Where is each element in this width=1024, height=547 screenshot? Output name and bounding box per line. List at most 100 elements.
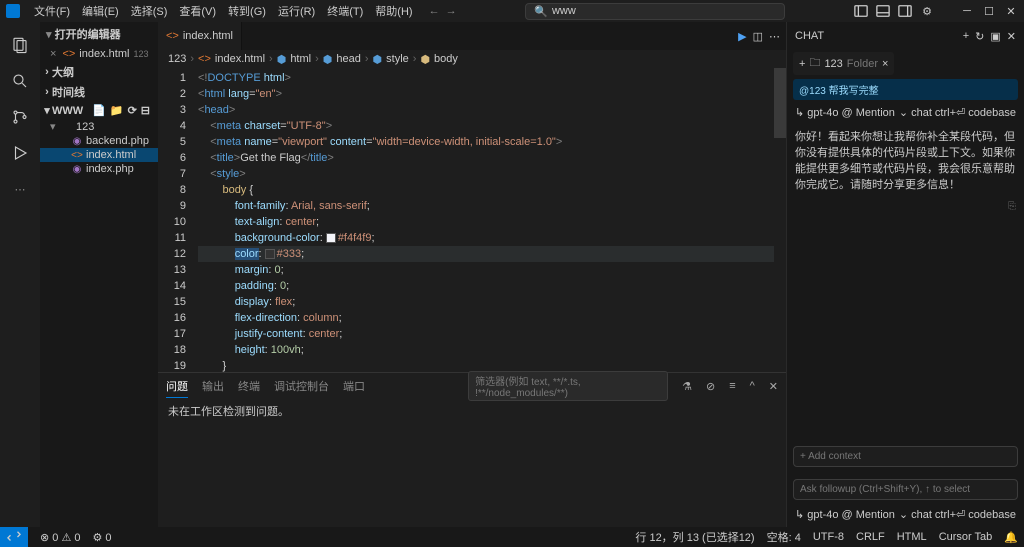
status-bell-icon[interactable]: 🔔 — [998, 531, 1024, 544]
breadcrumb-item[interactable]: index.html — [215, 53, 265, 65]
search-text: www — [552, 5, 576, 17]
open-editors-header[interactable]: ▾ 打开的编辑器 — [40, 22, 158, 46]
breadcrumb-item[interactable]: 123 — [168, 53, 186, 65]
add-icon[interactable]: + — [799, 58, 805, 70]
tree-item[interactable]: ◉index.php — [40, 162, 158, 176]
file-icon: <> — [71, 149, 83, 161]
split-icon[interactable]: ◫ — [753, 30, 763, 43]
window-close-icon[interactable]: ✕ — [1004, 4, 1018, 18]
section-timeline[interactable]: ›时间线 — [40, 82, 158, 102]
more-actions-icon[interactable]: ⋯ — [769, 30, 780, 43]
status-indent[interactable]: 空格: 4 — [761, 529, 807, 545]
gear-icon[interactable]: ⚙ — [920, 4, 934, 18]
breadcrumb-icon: ⬢ — [373, 53, 383, 66]
status-eol[interactable]: CRLF — [850, 531, 891, 543]
status-problems[interactable]: ⊗ 0 ⚠ 0 — [34, 531, 86, 544]
chat-input[interactable]: Ask followup (Ctrl+Shift+Y), ↑ to select — [793, 479, 1018, 500]
status-cursor-pos[interactable]: 行 12，列 13 (已选择12) — [629, 529, 760, 545]
layout-left-icon[interactable] — [854, 4, 868, 18]
tree-item[interactable]: ◉backend.php — [40, 134, 158, 148]
menu-item[interactable]: 编辑(E) — [76, 4, 125, 20]
chat-context-tab[interactable]: + 🗀 123 Folder × — [793, 52, 894, 75]
section-outline[interactable]: ›大纲 — [40, 62, 158, 82]
new-file-icon[interactable]: 📄 — [92, 104, 106, 117]
window-maximize-icon[interactable]: ☐ — [982, 4, 996, 18]
breadcrumb-item[interactable]: html — [290, 53, 311, 65]
source-control-icon[interactable] — [0, 100, 40, 134]
menubar: 文件(F)编辑(E)选择(S)查看(V)转到(G)运行(R)终端(T)帮助(H)… — [0, 0, 1024, 22]
menu-item[interactable]: 转到(G) — [222, 4, 272, 20]
code-editor[interactable]: 1234567891011121314151617181920 <!DOCTYP… — [158, 68, 786, 372]
chat-foot-mode[interactable]: ⌄ chat ctrl+⏎ codebase — [899, 508, 1016, 521]
breadcrumb-item[interactable]: style — [386, 53, 409, 65]
status-lang[interactable]: HTML — [891, 531, 933, 543]
close-icon[interactable]: × — [50, 48, 56, 60]
file-icon: ◉ — [71, 135, 83, 147]
run-debug-icon[interactable] — [0, 136, 40, 170]
new-folder-icon[interactable]: 📁 — [110, 104, 124, 117]
refresh-icon[interactable]: ⟳ — [128, 104, 137, 117]
filter-icon[interactable]: ⚗ — [682, 380, 692, 393]
panel-tab[interactable]: 终端 — [238, 377, 260, 397]
layout-right-icon[interactable] — [898, 4, 912, 18]
panel-tab[interactable]: 问题 — [166, 377, 188, 398]
panel-tab[interactable]: 输出 — [202, 377, 224, 397]
explorer-icon[interactable] — [0, 28, 40, 62]
window-minimize-icon[interactable]: ─ — [960, 4, 974, 18]
app-logo — [6, 4, 20, 18]
panel-tab[interactable]: 调试控制台 — [274, 377, 329, 397]
close-panel-icon[interactable]: ✕ — [769, 380, 778, 393]
menu-item[interactable]: 查看(V) — [173, 4, 222, 20]
status-cursor-tab[interactable]: Cursor Tab — [933, 531, 999, 543]
tab-bar: <> index.html ▶ ◫ ⋯ — [158, 22, 786, 50]
editor-tab[interactable]: <> index.html — [158, 22, 242, 50]
breadcrumb-item[interactable]: head — [336, 53, 360, 65]
more-icon[interactable]: ⋯ — [0, 172, 40, 206]
panel-tab[interactable]: 端口 — [343, 377, 365, 397]
compare-icon[interactable]: ▶ — [738, 30, 746, 43]
chat-model-label[interactable]: ↳ gpt-4o @ Mention — [795, 106, 895, 119]
section-workspace[interactable]: ▾WWW 📄 📁 ⟳ ⊟ — [40, 102, 158, 119]
nav-back-icon[interactable]: ← — [429, 5, 440, 17]
file-icon — [61, 121, 73, 133]
dock-icon[interactable]: ▣ — [990, 30, 1000, 43]
tree-item[interactable]: <>index.html — [40, 148, 158, 162]
collapse-panel-icon[interactable]: ≡ — [729, 380, 735, 392]
editor-area: <> index.html ▶ ◫ ⋯ 123›<> index.html›⬢ … — [158, 22, 786, 527]
remote-icon[interactable] — [0, 527, 28, 547]
folder-icon: 🗀 — [809, 54, 820, 73]
minimap[interactable] — [774, 68, 786, 372]
menu-item[interactable]: 选择(S) — [125, 4, 174, 20]
copy-icon[interactable]: ⎘ — [787, 201, 1024, 212]
bottom-panel: 问题输出终端调试控制台端口 筛选器(例如 text, **/*.ts, !**/… — [158, 372, 786, 527]
status-encoding[interactable]: UTF-8 — [807, 531, 850, 543]
breadcrumb-icon: <> — [198, 53, 211, 65]
problems-filter-input[interactable]: 筛选器(例如 text, **/*.ts, !**/node_modules/*… — [468, 371, 668, 401]
chat-assistant-message: 你好！看起来你想让我帮你补全某段代码，但你没有提供具体的代码片段或上下文。如果你… — [795, 129, 1016, 193]
chat-mode-label[interactable]: ⌄ chat ctrl+⏎ codebase — [899, 106, 1016, 119]
menu-item[interactable]: 终端(T) — [321, 4, 369, 20]
menu-item[interactable]: 帮助(H) — [369, 4, 418, 20]
close-chat-icon[interactable]: ✕ — [1007, 30, 1016, 43]
close-tag-icon[interactable]: × — [882, 58, 888, 70]
chat-foot-model[interactable]: ↳ gpt-4o @ Mention — [795, 508, 895, 521]
history-icon[interactable]: ↻ — [975, 30, 984, 43]
menu-item[interactable]: 文件(F) — [28, 4, 76, 20]
status-ports[interactable]: ⚙ 0 — [86, 531, 117, 544]
new-chat-icon[interactable]: + — [963, 30, 969, 43]
file-icon: ◉ — [71, 163, 83, 175]
tree-item[interactable]: ▾123 — [40, 119, 158, 134]
breadcrumb[interactable]: 123›<> index.html›⬢ html›⬢ head›⬢ style›… — [158, 50, 786, 68]
command-center[interactable]: 🔍 www — [525, 3, 785, 20]
search-activity-icon[interactable] — [0, 64, 40, 98]
menu-item[interactable]: 运行(R) — [272, 4, 321, 20]
maximize-panel-icon[interactable]: ^ — [750, 380, 755, 392]
breadcrumb-item[interactable]: body — [434, 53, 458, 65]
chat-title: CHAT — [795, 30, 824, 42]
chat-add-context[interactable]: + Add context — [793, 446, 1018, 467]
collapse-icon[interactable]: ⊟ — [141, 104, 150, 117]
layout-bottom-icon[interactable] — [876, 4, 890, 18]
nav-forward-icon[interactable]: → — [446, 5, 457, 17]
open-editor-item[interactable]: × <> index.html 123 — [40, 46, 158, 62]
clear-icon[interactable]: ⊘ — [706, 380, 715, 393]
